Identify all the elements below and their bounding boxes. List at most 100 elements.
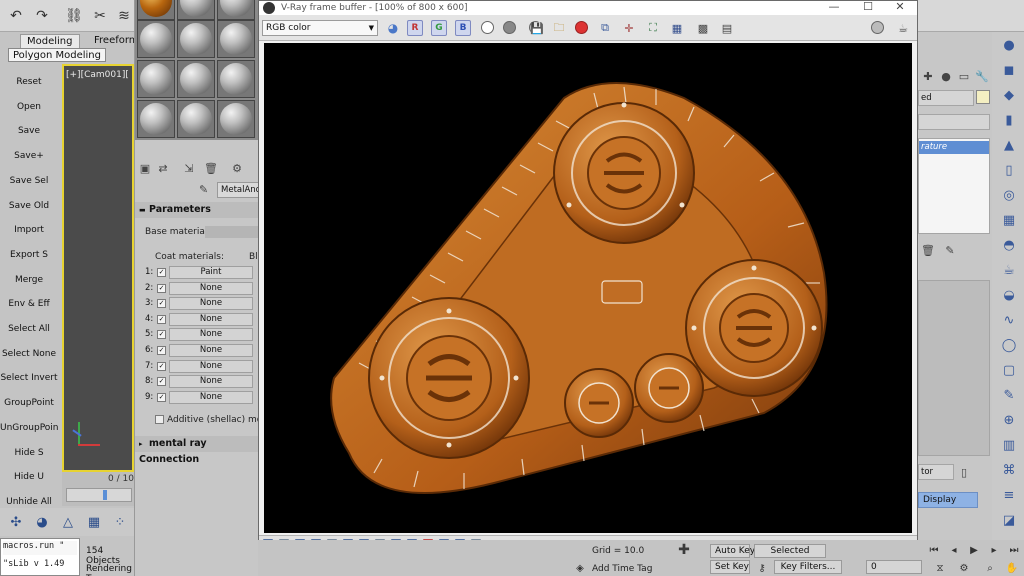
base-material-button[interactable] <box>205 226 261 238</box>
sphere-icon[interactable]: ● <box>1000 36 1018 54</box>
maxscript-listener[interactable]: macros.run " "sLib v 1.49 <box>0 538 80 576</box>
undo-icon[interactable]: ↶ <box>6 6 26 26</box>
coat-material-button[interactable]: None <box>169 312 253 326</box>
history-icon[interactable]: ▤ <box>719 20 735 36</box>
assign-material-icon[interactable]: ⇲ <box>181 160 197 176</box>
spacewarp-icon[interactable]: ≡ <box>1000 486 1018 504</box>
close-icon[interactable]: ✕ <box>885 0 915 15</box>
green-channel-button[interactable]: G <box>431 20 447 36</box>
material-slot[interactable] <box>217 60 255 98</box>
material-slot[interactable] <box>217 20 255 58</box>
material-slot[interactable] <box>217 0 255 20</box>
circle-icon[interactable]: ◯ <box>1000 336 1018 354</box>
coat-checkbox[interactable]: ✓ <box>157 314 166 324</box>
modifier-stack-selected[interactable]: rature <box>919 141 989 154</box>
coat-checkbox[interactable]: ✓ <box>157 361 166 371</box>
link-corrections-icon[interactable]: ▩ <box>695 20 711 36</box>
coat-material-button[interactable]: None <box>169 375 253 389</box>
coat-material-button[interactable]: None <box>169 328 253 342</box>
mono-icon[interactable] <box>503 21 516 34</box>
redo-icon[interactable]: ↷ <box>32 6 52 26</box>
script-button[interactable]: Merge <box>0 270 58 290</box>
line-icon[interactable]: ∿ <box>1000 311 1018 329</box>
modifier-list-dropdown[interactable] <box>918 114 990 130</box>
material-slot[interactable] <box>177 60 215 98</box>
prev-frame-icon[interactable]: ◂ <box>948 544 960 556</box>
next-frame-icon[interactable]: ▸ <box>988 544 1000 556</box>
coat-material-button[interactable]: None <box>169 390 253 404</box>
region-render-icon[interactable]: ⛶ <box>645 20 661 36</box>
mental-ray-rollout[interactable]: ▸ mental ray Connection <box>135 436 261 465</box>
key-mode-icon[interactable]: ⧖ <box>934 562 946 574</box>
delete-modifier-icon[interactable]: 🗑 <box>920 242 936 258</box>
copy-to-max-icon[interactable]: ⧉ <box>597 20 613 36</box>
script-button[interactable]: Export S <box>0 245 58 265</box>
material-slot[interactable] <box>137 0 175 20</box>
teapot-icon[interactable]: ☕ <box>895 20 911 36</box>
coat-checkbox[interactable]: ✓ <box>157 377 166 387</box>
lut-icon[interactable]: ▦ <box>669 20 685 36</box>
systems-icon[interactable]: ◪ <box>1000 511 1018 529</box>
frame-spinner[interactable]: 0 <box>866 560 922 574</box>
create-tab-icon[interactable]: ✚ <box>920 68 936 84</box>
key-icon[interactable]: ⚷ <box>756 562 768 574</box>
script-button[interactable]: Reset <box>0 72 58 92</box>
unlink-icon[interactable]: ✂ <box>90 6 110 26</box>
coat-checkbox[interactable]: ✓ <box>157 330 166 340</box>
lock-icon[interactable]: ▯ <box>956 464 972 480</box>
red-channel-button[interactable]: R <box>407 20 423 36</box>
script-button[interactable]: Save Old <box>0 196 58 216</box>
pan-icon[interactable]: ✋ <box>1006 562 1018 574</box>
torus-icon[interactable]: ◎ <box>1000 186 1018 204</box>
teapot-icon[interactable]: ☕ <box>1000 261 1018 279</box>
tab-modeling[interactable]: Modeling <box>20 34 80 48</box>
display-tab-icon[interactable]: ● <box>938 68 954 84</box>
add-key-icon[interactable]: ✚ <box>678 542 690 558</box>
material-slot[interactable] <box>137 100 175 138</box>
grid-icon[interactable]: ▥ <box>1000 436 1018 454</box>
box-icon[interactable]: ◼ <box>1000 61 1018 79</box>
coat-material-button[interactable]: None <box>169 281 253 295</box>
copy-material-icon[interactable]: ⚙ <box>229 160 245 176</box>
material-slot[interactable] <box>177 0 215 20</box>
save-image-icon[interactable]: 💾 <box>529 20 545 36</box>
utilities-icon[interactable]: 🔧 <box>974 68 990 84</box>
time-config-icon[interactable]: ⚙ <box>958 562 970 574</box>
maximize-icon[interactable]: ☐ <box>853 0 883 15</box>
maxscript-line-1[interactable]: macros.run " <box>3 541 77 555</box>
script-button[interactable]: Select None <box>0 344 58 364</box>
script-button[interactable]: Hide U <box>0 467 58 487</box>
script-button[interactable]: Hide S <box>0 443 58 463</box>
geo-sphere-icon[interactable]: ◆ <box>1000 86 1018 104</box>
coat-checkbox[interactable]: ✓ <box>157 392 166 402</box>
dots-icon[interactable]: ⁘ <box>110 512 130 532</box>
channel-select[interactable]: RGB color ▼ <box>262 20 378 36</box>
script-button[interactable]: Env & Eff <box>0 294 58 314</box>
maxscript-line-2[interactable]: "sLib v 1.49 <box>3 559 77 573</box>
triangle-icon[interactable]: △ <box>58 512 78 532</box>
parameters-scroll-area[interactable] <box>918 280 990 456</box>
eyedropper-icon[interactable]: ✎ <box>199 183 208 196</box>
coat-material-button[interactable]: None <box>169 297 253 311</box>
coat-material-button[interactable]: None <box>169 344 253 357</box>
set-key-button[interactable]: Set Key <box>710 560 750 574</box>
alpha-white-icon[interactable] <box>481 21 494 34</box>
time-tag-icon[interactable]: ◈ <box>574 562 586 574</box>
pyramid-icon[interactable]: ◒ <box>1000 286 1018 304</box>
material-slot[interactable] <box>137 20 175 58</box>
render-canvas[interactable] <box>264 43 912 533</box>
script-button[interactable]: Open <box>0 97 58 117</box>
material-slot[interactable] <box>137 60 175 98</box>
name-field[interactable]: ed <box>918 90 974 106</box>
viewport-label[interactable]: [+][Cam001][ <box>66 70 129 80</box>
rectangle-icon[interactable]: ▢ <box>1000 361 1018 379</box>
prs-icon[interactable]: ▦ <box>84 512 104 532</box>
cylinder-icon[interactable]: ▮ <box>1000 111 1018 129</box>
minimize-icon[interactable]: — <box>819 0 849 15</box>
hedra-icon[interactable]: ◓ <box>1000 236 1018 254</box>
script-button[interactable]: Select All <box>0 319 58 339</box>
camera-icon[interactable]: ⌘ <box>1000 461 1018 479</box>
coat-checkbox[interactable]: ✓ <box>157 283 166 293</box>
clear-image-icon[interactable] <box>575 21 588 34</box>
tab-polygon-modeling[interactable]: Polygon Modeling <box>8 48 106 62</box>
